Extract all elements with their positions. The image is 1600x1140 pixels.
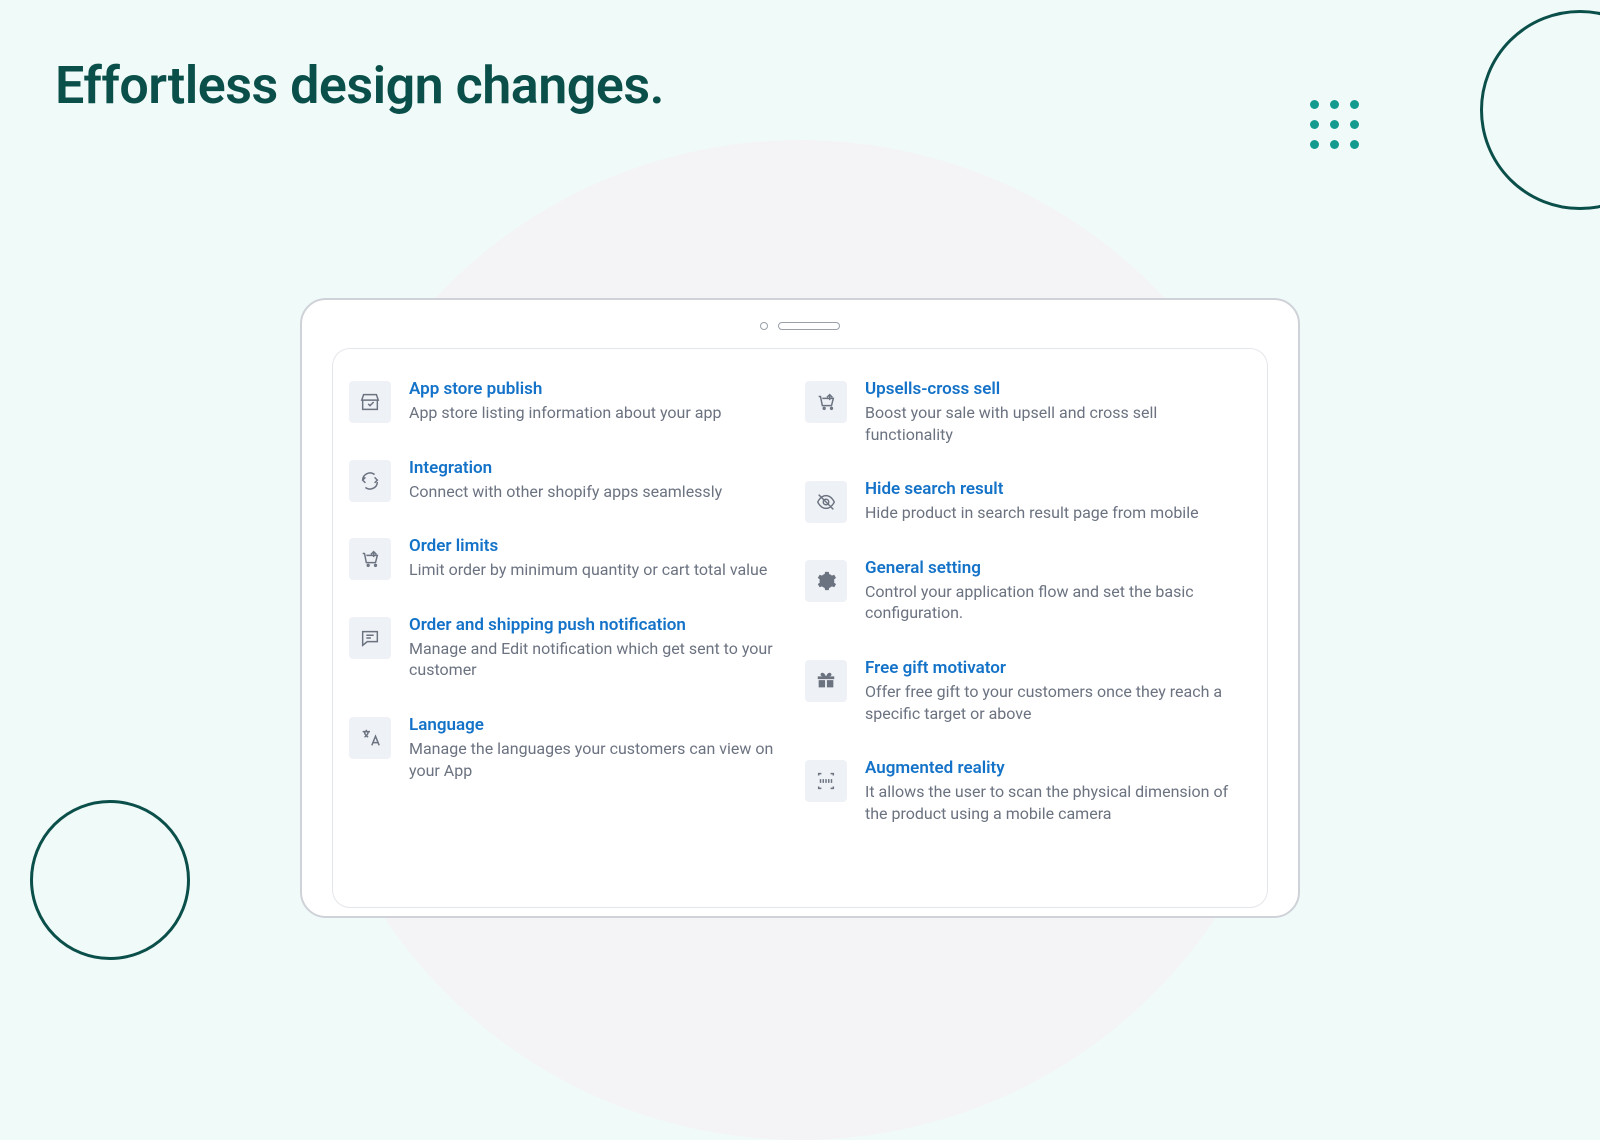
setting-integration[interactable]: Integration Connect with other shopify a…	[349, 458, 795, 503]
cart-up-icon	[805, 381, 847, 423]
setting-desc: Limit order by minimum quantity or cart …	[409, 559, 787, 581]
settings-panel: App store publish App store listing info…	[332, 348, 1268, 908]
setting-augmented-reality[interactable]: Augmented reality It allows the user to …	[805, 758, 1251, 824]
setting-general[interactable]: General setting Control your application…	[805, 558, 1251, 624]
setting-title: Upsells-cross sell	[865, 379, 1243, 399]
setting-free-gift[interactable]: Free gift motivator Offer free gift to y…	[805, 658, 1251, 724]
setting-title: App store publish	[409, 379, 787, 399]
setting-desc: Hide product in search result page from …	[865, 502, 1243, 524]
chat-icon	[349, 617, 391, 659]
setting-upsells[interactable]: Upsells-cross sell Boost your sale with …	[805, 379, 1251, 445]
tablet-frame: App store publish App store listing info…	[300, 298, 1300, 918]
barcode-icon	[805, 760, 847, 802]
setting-title: Order and shipping push notification	[409, 615, 787, 635]
setting-desc: Manage the languages your customers can …	[409, 738, 787, 781]
setting-desc: Offer free gift to your customers once t…	[865, 681, 1243, 724]
store-icon	[349, 381, 391, 423]
setting-language[interactable]: Language Manage the languages your custo…	[349, 715, 795, 781]
setting-title: Free gift motivator	[865, 658, 1243, 678]
gift-icon	[805, 660, 847, 702]
setting-desc: Manage and Edit notification which get s…	[409, 638, 787, 681]
setting-desc: App store listing information about your…	[409, 402, 787, 424]
cart-up-icon	[349, 538, 391, 580]
setting-title: General setting	[865, 558, 1243, 578]
setting-desc: Connect with other shopify apps seamless…	[409, 481, 787, 503]
eye-off-icon	[805, 481, 847, 523]
translate-icon	[349, 717, 391, 759]
setting-title: Hide search result	[865, 479, 1243, 499]
tablet-speaker	[302, 318, 1298, 334]
setting-app-store-publish[interactable]: App store publish App store listing info…	[349, 379, 795, 424]
setting-push-notification[interactable]: Order and shipping push notification Man…	[349, 615, 795, 681]
setting-order-limits[interactable]: Order limits Limit order by minimum quan…	[349, 536, 795, 581]
setting-desc: Control your application flow and set th…	[865, 581, 1243, 624]
setting-hide-search[interactable]: Hide search result Hide product in searc…	[805, 479, 1251, 524]
setting-title: Order limits	[409, 536, 787, 556]
setting-desc: It allows the user to scan the physical …	[865, 781, 1243, 824]
page-title: Effortless design changes.	[55, 55, 664, 116]
gear-icon	[805, 560, 847, 602]
decorative-arc-top	[1480, 10, 1600, 210]
setting-title: Augmented reality	[865, 758, 1243, 778]
decorative-dot-grid	[1310, 100, 1360, 150]
decorative-arc-bottom	[30, 800, 190, 960]
setting-desc: Boost your sale with upsell and cross se…	[865, 402, 1243, 445]
setting-title: Integration	[409, 458, 787, 478]
sync-icon	[349, 460, 391, 502]
setting-title: Language	[409, 715, 787, 735]
